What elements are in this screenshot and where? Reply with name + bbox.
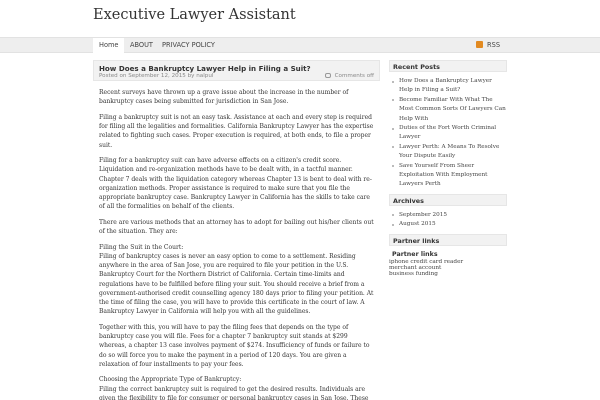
- sidebar: Recent Posts How Does a Bankruptcy Lawye…: [389, 60, 507, 277]
- archive-link[interactable]: August 2015: [391, 220, 507, 229]
- comments-label: Comments off: [334, 73, 374, 79]
- site-title[interactable]: Executive Lawyer Assistant: [93, 7, 296, 23]
- post-paragraph: Choosing the Appropriate Type of Bankrup…: [99, 376, 369, 400]
- recent-posts-list: How Does a Bankruptcy Lawyer Help in Fil…: [389, 72, 507, 194]
- partner-links-list: iphone credit card reader merchant accou…: [389, 258, 507, 278]
- recent-post-link[interactable]: Lawyer Perth: A Means To Resolve Your Di…: [391, 143, 507, 162]
- recent-post-link[interactable]: How Does a Bankruptcy Lawyer Help in Fil…: [391, 77, 507, 96]
- post-title[interactable]: How Does a Bankruptcy Lawyer Help in Fil…: [99, 64, 311, 73]
- recent-post-link[interactable]: Become Familiar With What The Most Commo…: [391, 96, 507, 124]
- recent-post-link[interactable]: Save Yourself From Sheer Exploitation Wi…: [391, 162, 507, 190]
- comments-status: Comments off: [324, 73, 374, 79]
- recent-post-link[interactable]: Duties of the Fort Worth Criminal Lawyer: [391, 124, 507, 143]
- partner-links-heading: Partner links: [389, 233, 507, 246]
- rss-icon: [476, 41, 484, 48]
- main-navigation: Home ABOUT PRIVACY POLICY RSS: [0, 37, 600, 53]
- post-paragraph: Together with this, you will have to pay…: [99, 323, 370, 368]
- archives-heading: Archives: [389, 193, 507, 206]
- post-paragraph: Filing for a bankruptcy suit can have ad…: [99, 157, 372, 211]
- archives-list: September 2015 August 2015: [389, 206, 507, 234]
- nav-about[interactable]: ABOUT: [130, 41, 153, 49]
- recent-posts-heading: Recent Posts: [389, 60, 507, 72]
- post-content: Recent surveys have thrown up a grave is…: [99, 88, 377, 400]
- post-paragraph: Filing the Suit in the Court: Filing of …: [99, 243, 374, 316]
- rss-label: RSS: [487, 41, 500, 49]
- post-meta: Posted on September 12, 2015 by nalpul: [99, 73, 214, 79]
- partner-link[interactable]: business funding: [389, 271, 507, 277]
- nav-home[interactable]: Home: [93, 38, 125, 53]
- rss-link[interactable]: RSS: [476, 41, 500, 49]
- comment-bubble-icon: [324, 73, 331, 78]
- partner-links-subheading: Partner links: [392, 250, 438, 258]
- post-paragraph: Filing a bankruptcy suit is not an easy …: [99, 113, 374, 149]
- post-paragraph: There are various methods that an attorn…: [99, 218, 374, 236]
- archive-link[interactable]: September 2015: [391, 211, 507, 220]
- post-paragraph: Recent surveys have thrown up a grave is…: [99, 89, 349, 106]
- nav-privacy-policy[interactable]: PRIVACY POLICY: [162, 41, 215, 49]
- post-header: How Does a Bankruptcy Lawyer Help in Fil…: [93, 60, 380, 81]
